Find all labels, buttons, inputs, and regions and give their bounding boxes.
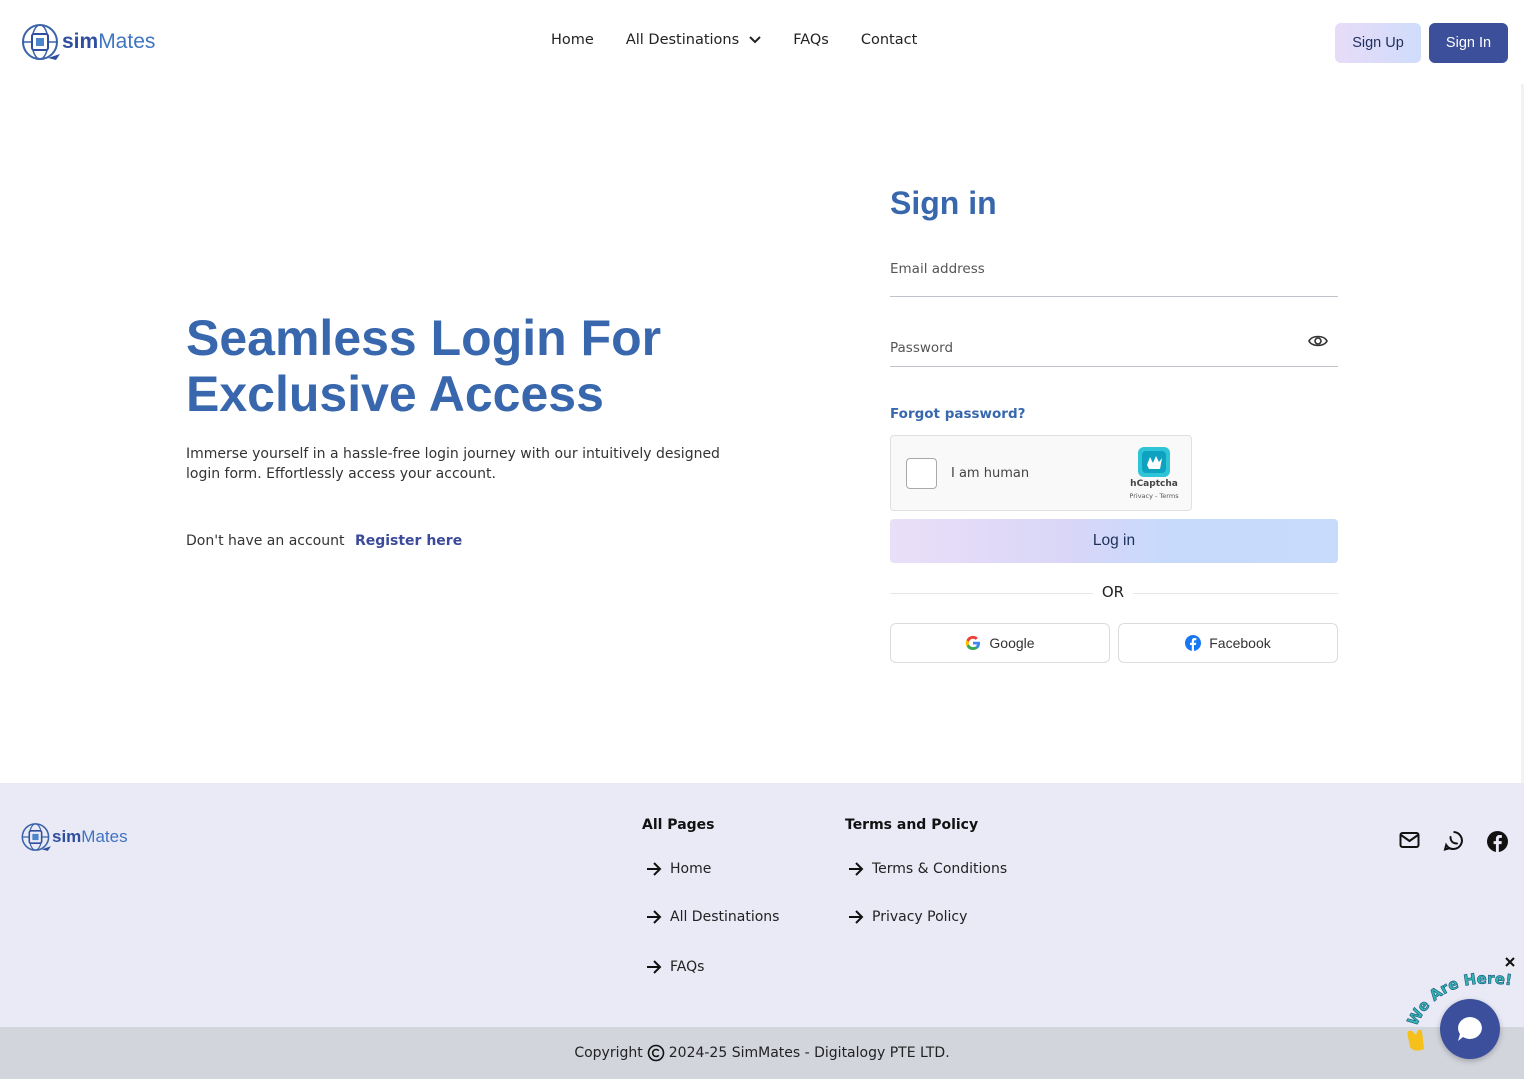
hcaptcha-logo-icon bbox=[1138, 447, 1170, 477]
chevron-down-icon bbox=[749, 36, 761, 44]
hcaptcha-widget: I am human hCaptcha Privacy - Terms bbox=[890, 435, 1192, 511]
google-label: Google bbox=[989, 635, 1035, 651]
nav-item-contact[interactable]: Contact bbox=[861, 32, 917, 48]
captcha-label: I am human bbox=[951, 466, 1030, 481]
or-label: OR bbox=[1093, 583, 1133, 601]
nav-item-home[interactable]: Home bbox=[551, 32, 594, 48]
footer-link-label: Terms & Conditions bbox=[872, 861, 1008, 877]
footer-link-all-destinations[interactable]: All Destinations bbox=[646, 909, 779, 925]
email-field[interactable] bbox=[890, 261, 1338, 277]
nav-item-label: All Destinations bbox=[625, 32, 740, 48]
sign-in-nav-button[interactable]: Sign In bbox=[1429, 23, 1508, 63]
waving-hand-icon bbox=[1407, 1029, 1424, 1051]
footer-link-label: Privacy Policy bbox=[872, 909, 968, 925]
brand-logo[interactable]: simMates bbox=[20, 20, 155, 64]
arrow-right-icon bbox=[647, 960, 662, 974]
hero-title-line2: Exclusive Access bbox=[186, 366, 604, 422]
arrow-right-icon bbox=[647, 862, 662, 876]
header: simMates Home All Destinations FAQs Cont… bbox=[0, 0, 1524, 84]
google-icon bbox=[966, 635, 981, 651]
footer-link-label: FAQs bbox=[670, 959, 705, 975]
chat-icon bbox=[1458, 1017, 1482, 1041]
mail-icon[interactable] bbox=[1399, 831, 1420, 849]
google-login-button[interactable]: Google bbox=[890, 623, 1110, 663]
form-title: Sign in bbox=[890, 185, 997, 221]
facebook-login-button[interactable]: Facebook bbox=[1118, 623, 1338, 663]
footer: simMates All Pages Home All Destinations… bbox=[0, 783, 1524, 1027]
footer-brand-name: simMates bbox=[52, 827, 128, 846]
footer-link-label: Home bbox=[670, 861, 712, 877]
nav-item-faqs[interactable]: FAQs bbox=[793, 32, 829, 48]
close-icon[interactable] bbox=[1503, 955, 1517, 969]
brand-name: simMates bbox=[62, 30, 156, 53]
globe-sim-logo-icon bbox=[22, 24, 60, 60]
globe-sim-logo-icon bbox=[21, 823, 51, 851]
register-prompt: Don't have an account Register here bbox=[186, 533, 462, 549]
arrow-right-icon bbox=[849, 910, 864, 924]
nav-item-all-destinations[interactable]: All Destinations bbox=[626, 32, 761, 48]
facebook-icon bbox=[1185, 635, 1202, 651]
footer-link-faqs[interactable]: FAQs bbox=[646, 959, 704, 975]
arrow-right-icon bbox=[849, 862, 864, 876]
hero-description: Immerse yourself in a hassle-free login … bbox=[186, 446, 720, 482]
main-nav: Home All Destinations FAQs Contact bbox=[551, 32, 949, 48]
sign-up-button[interactable]: Sign Up bbox=[1335, 23, 1421, 63]
footer-brand-logo[interactable]: simMates bbox=[20, 819, 128, 855]
log-in-button[interactable]: Log in bbox=[890, 519, 1338, 563]
hero-title-line1: Seamless Login For bbox=[186, 310, 662, 366]
footer-link-home[interactable]: Home bbox=[646, 861, 711, 877]
chat-launcher-button[interactable] bbox=[1440, 999, 1500, 1059]
email-field-wrapper bbox=[890, 258, 1338, 297]
copyright-prefix: Copyright bbox=[574, 1045, 643, 1061]
register-link[interactable]: Register here bbox=[355, 533, 462, 549]
password-field-wrapper bbox=[890, 333, 1338, 367]
footer-link-terms[interactable]: Terms & Conditions bbox=[848, 861, 1007, 877]
eye-icon[interactable] bbox=[1308, 333, 1328, 349]
copyright-text: 2024-25 SimMates - Digitalogy PTE LTD. bbox=[668, 1045, 950, 1061]
forgot-password-link[interactable]: Forgot password? bbox=[890, 406, 1025, 422]
footer-all-pages-title: All Pages bbox=[642, 817, 715, 833]
no-account-text: Don't have an account bbox=[186, 533, 345, 549]
arrow-right-icon bbox=[647, 910, 662, 924]
captcha-terms-link[interactable]: Privacy - Terms bbox=[1122, 492, 1186, 500]
footer-link-privacy[interactable]: Privacy Policy bbox=[848, 909, 967, 925]
footer-terms-title: Terms and Policy bbox=[845, 817, 979, 833]
copyright-bar: Copyright 2024-25 SimMates - Digitalogy … bbox=[0, 1027, 1524, 1079]
captcha-brand: hCaptcha bbox=[1130, 479, 1178, 489]
footer-link-label: All Destinations bbox=[670, 909, 780, 925]
captcha-checkbox[interactable] bbox=[906, 458, 937, 489]
password-field[interactable] bbox=[890, 333, 1338, 356]
hero-title: Seamless Login For Exclusive Access bbox=[186, 310, 786, 422]
copyright-icon bbox=[647, 1044, 665, 1062]
facebook-label: Facebook bbox=[1209, 635, 1271, 651]
whatsapp-icon[interactable] bbox=[1443, 830, 1464, 851]
facebook-icon[interactable] bbox=[1487, 831, 1508, 852]
